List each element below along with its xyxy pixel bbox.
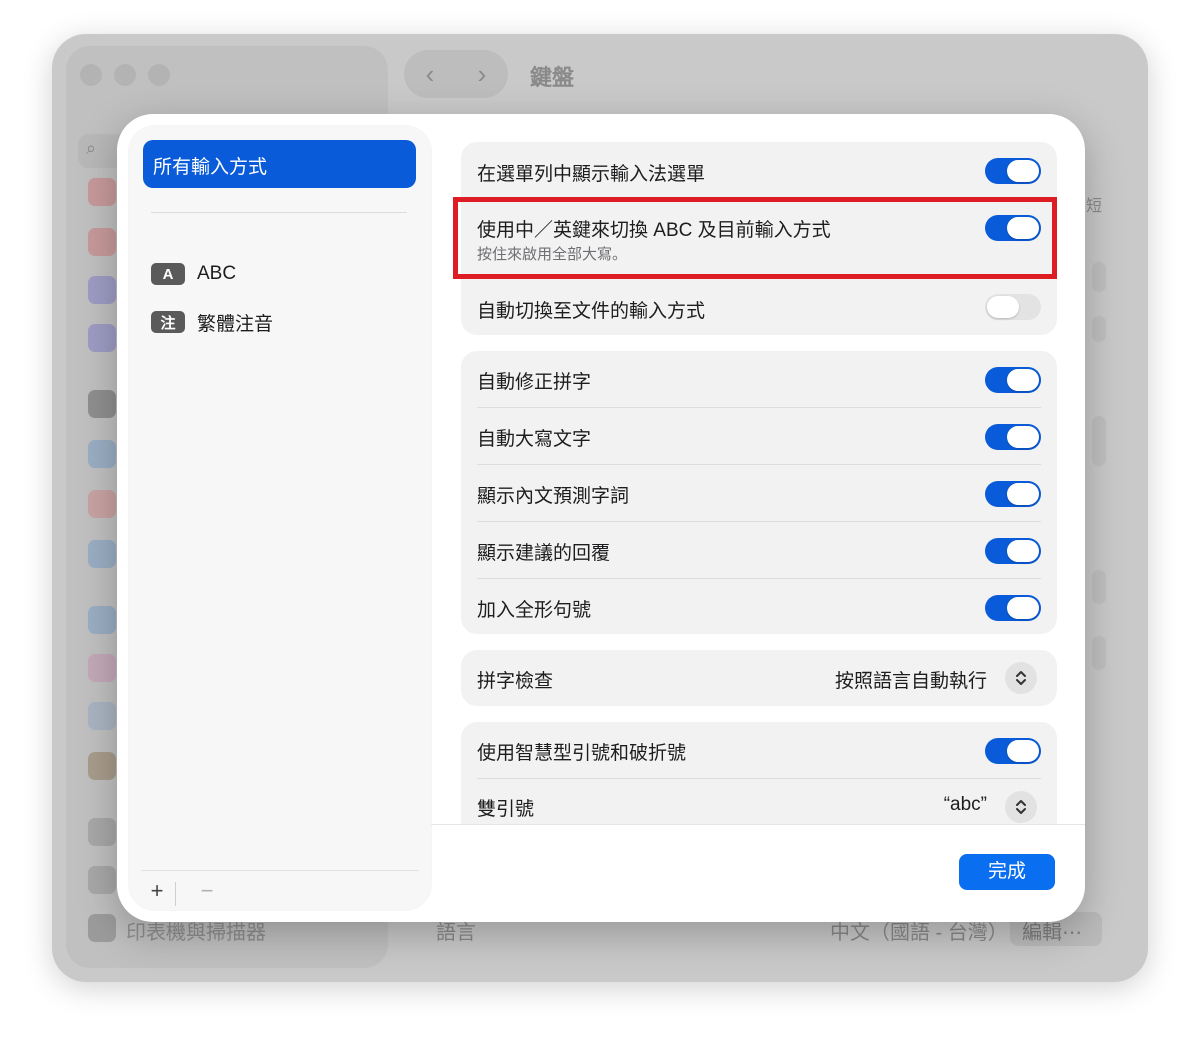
zoom-window-button — [148, 64, 170, 86]
button-separator — [175, 882, 176, 906]
partial-control — [1092, 570, 1106, 604]
spelling-group: 拼字檢查 按照語言自動執行 — [461, 650, 1057, 706]
done-button[interactable]: 完成 — [959, 854, 1055, 890]
sound-icon — [88, 228, 116, 256]
auto-switch-label: 自動切換至文件的輸入方式 — [477, 301, 706, 322]
show-input-menu-toggle[interactable] — [985, 158, 1041, 184]
wallet-icon — [88, 752, 116, 780]
text-input-group: 自動修正拼字 自動大寫文字 顯示內文預測字詞 顯示建議的回覆 加入全形句號 — [461, 351, 1057, 634]
show-input-menu-row: 在選單列中顯示輸入法選單 — [477, 157, 1041, 187]
predictive-text-label: 顯示內文預測字詞 — [477, 486, 630, 507]
footer-divider — [431, 824, 1085, 825]
autocorrect-row: 自動修正拼字 — [477, 365, 1041, 395]
auto-switch-toggle[interactable] — [985, 294, 1041, 320]
auto-switch-row: 自動切換至文件的輸入方式 — [477, 292, 1041, 322]
auto-capitalize-label: 自動大寫文字 — [477, 429, 592, 450]
auto-capitalize-toggle[interactable] — [985, 424, 1041, 450]
suggested-replies-toggle[interactable] — [985, 538, 1041, 564]
navigation-buttons: ‹ › — [404, 50, 508, 98]
mouse-icon — [88, 866, 116, 894]
double-quotes-popup-button[interactable] — [1005, 791, 1037, 823]
suggested-replies-row: 顯示建議的回覆 — [477, 536, 1041, 566]
partial-label: 短 — [1086, 198, 1103, 215]
chevron-up-down-icon — [1016, 671, 1026, 685]
smart-quotes-label: 使用智慧型引號和破折號 — [477, 743, 687, 764]
privacy-icon — [88, 440, 116, 468]
sidebar-bottom-divider — [141, 870, 419, 871]
full-width-period-row: 加入全形句號 — [477, 593, 1041, 623]
screen-time-icon — [88, 324, 116, 352]
internet-accounts-icon — [88, 606, 116, 634]
row-divider — [477, 521, 1041, 522]
row-divider — [477, 407, 1041, 408]
partial-control — [1092, 262, 1106, 292]
forward-icon: › — [477, 58, 487, 89]
game-center-icon — [88, 654, 116, 682]
focus-icon — [88, 276, 116, 304]
close-window-button — [80, 64, 102, 86]
partial-control — [1092, 316, 1106, 342]
row-divider — [477, 578, 1041, 579]
printer-icon — [88, 914, 116, 942]
minimize-window-button — [114, 64, 136, 86]
spelling-popup-value[interactable]: 按照語言自動執行 — [835, 666, 987, 693]
smart-quotes-row: 使用智慧型引號和破折號 — [477, 736, 1041, 766]
suggested-replies-label: 顯示建議的回覆 — [477, 543, 611, 564]
icloud-icon — [88, 702, 116, 730]
autocorrect-toggle[interactable] — [985, 367, 1041, 393]
row-divider — [477, 464, 1041, 465]
highlight-box — [453, 197, 1057, 279]
notifications-icon — [88, 178, 116, 206]
spelling-popup-button[interactable] — [1005, 662, 1037, 694]
auto-capitalize-row: 自動大寫文字 — [477, 422, 1041, 452]
predictive-text-row: 顯示內文預測字詞 — [477, 479, 1041, 509]
remove-input-source-button[interactable]: − — [195, 878, 219, 904]
users-icon — [88, 540, 116, 568]
smart-quotes-group: 使用智慧型引號和破折號 雙引號 “abc” — [461, 722, 1057, 824]
chevron-up-down-icon — [1016, 800, 1026, 814]
add-input-source-button[interactable]: + — [145, 878, 169, 904]
partial-control — [1092, 636, 1106, 670]
keyboard-icon — [88, 818, 116, 846]
touch-id-icon — [88, 490, 116, 518]
abc-badge-icon: A — [151, 263, 185, 285]
sidebar-divider — [151, 212, 407, 213]
spelling-label: 拼字檢查 — [477, 671, 554, 692]
lock-screen-icon — [88, 390, 116, 418]
sidebar-item-abc[interactable]: A ABC — [151, 258, 236, 290]
double-quotes-label: 雙引號 — [477, 799, 535, 820]
autocorrect-label: 自動修正拼字 — [477, 372, 592, 393]
back-icon: ‹ — [425, 58, 435, 89]
full-width-period-toggle[interactable] — [985, 595, 1041, 621]
sidebar-item-label: 繁體注音 — [197, 313, 274, 335]
input-sources-sidebar: 所有輸入方式 A ABC 注 繁體注音 + − — [129, 126, 431, 910]
predictive-text-toggle[interactable] — [985, 481, 1041, 507]
double-quotes-popup-value[interactable]: “abc” — [944, 794, 987, 816]
zhuyin-badge-icon: 注 — [151, 311, 185, 333]
window-title: 鍵盤 — [530, 65, 575, 90]
show-input-menu-label: 在選單列中顯示輸入法選單 — [477, 164, 706, 185]
sidebar-item-label: ABC — [197, 263, 237, 284]
row-divider — [477, 778, 1041, 779]
smart-quotes-toggle[interactable] — [985, 738, 1041, 764]
sidebar-item-all-input-sources[interactable]: 所有輸入方式 — [143, 140, 416, 188]
partial-control — [1092, 416, 1106, 466]
sidebar-item-zhuyin[interactable]: 注 繁體注音 — [151, 306, 273, 338]
full-width-period-label: 加入全形句號 — [477, 600, 592, 621]
